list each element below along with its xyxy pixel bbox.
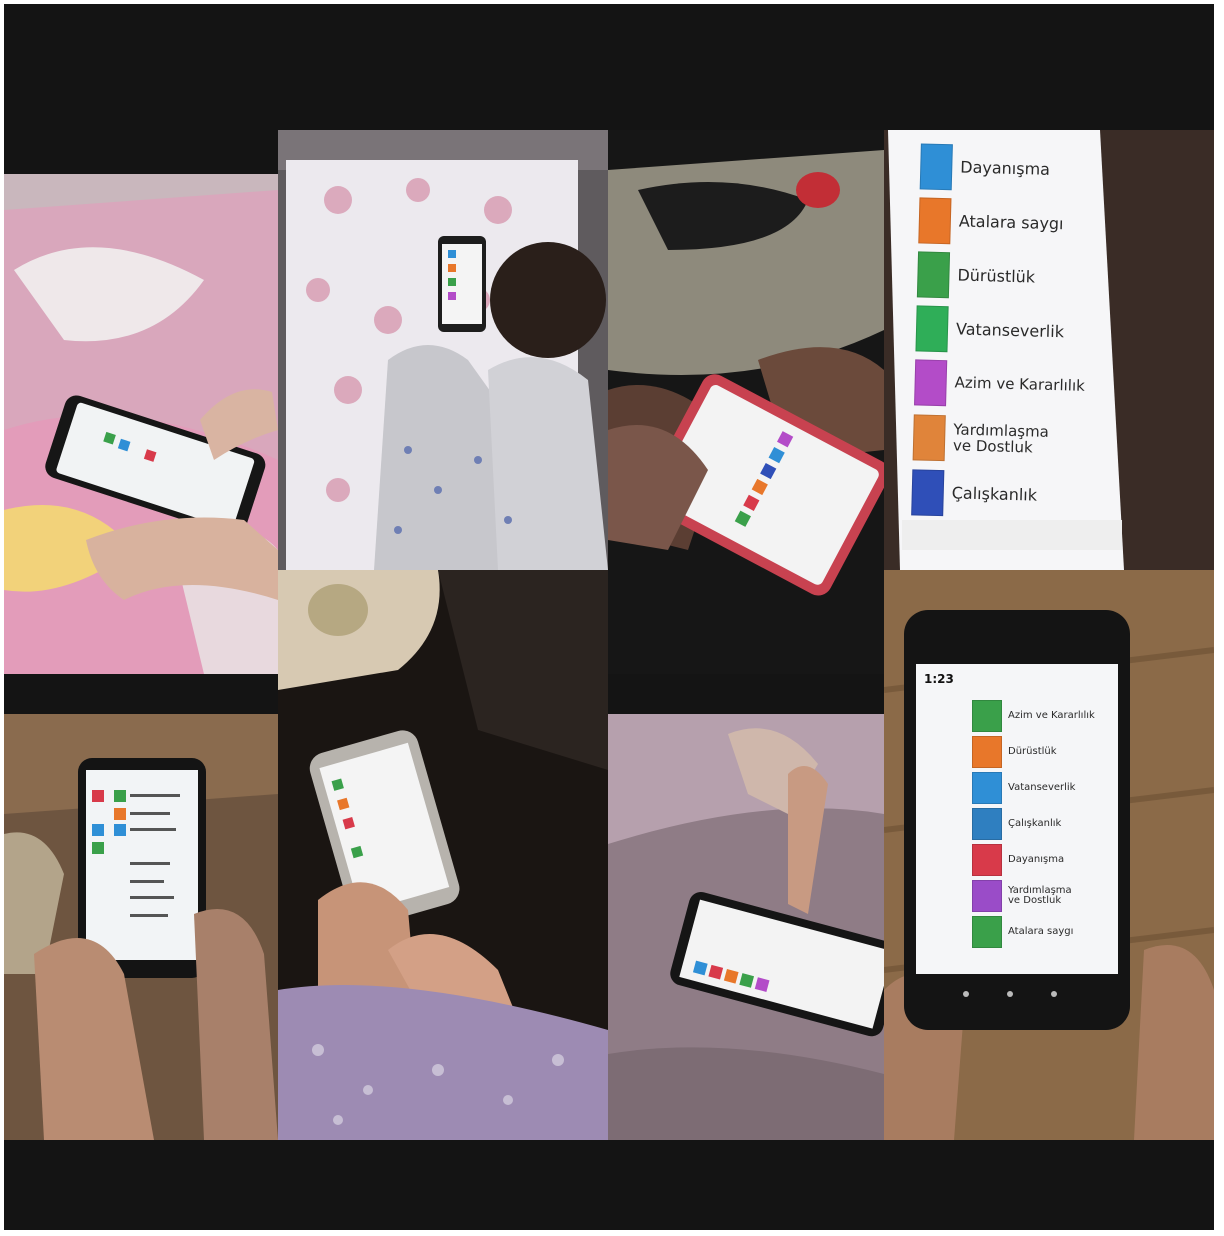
list-item-label: Dürüstlük: [957, 265, 1036, 287]
list-item[interactable]: Dürüstlük: [916, 247, 1118, 306]
list-item-thumbnail: [918, 197, 952, 245]
list-item-thumbnail: [972, 700, 1002, 732]
list-item-label: Yardımlaşma ve Dostluk: [1008, 884, 1072, 906]
list-item-label: Dürüstlük: [1008, 745, 1057, 757]
status-bar-time: 1:23: [924, 672, 954, 686]
list-item[interactable]: Vatanseverlik: [972, 770, 1116, 806]
list-item-thumbnail: [916, 251, 951, 299]
photo-child-on-bed: [278, 130, 608, 570]
list-item-thumbnail: [972, 880, 1002, 912]
list-item-thumbnail: [914, 359, 948, 407]
list-item[interactable]: Çalışkanlık: [972, 806, 1116, 842]
app-list-phone: Azim ve Kararlılık Dürüstlük Vatanseverl…: [972, 698, 1116, 950]
list-item-thumbnail: [972, 808, 1002, 840]
list-item-thumbnail: [972, 916, 1002, 948]
photo-grid: Dayanışma Atalara saygı Dürüstlük Vatans…: [4, 130, 1214, 1140]
photo-phone-in-hand: [4, 674, 278, 1140]
list-item-label: Çalışkanlık: [1008, 817, 1062, 829]
list-item[interactable]: Azim ve Kararlılık: [972, 698, 1116, 734]
list-item[interactable]: Yardımlaşma ve Dostluk: [912, 409, 1113, 470]
list-item-label: Atalara saygı: [958, 211, 1064, 233]
list-item-thumbnail: [972, 736, 1002, 768]
app-list-large: Dayanışma Atalara saygı Dürüstlük Vatans…: [911, 139, 1121, 524]
list-item-thumbnail: [912, 414, 946, 462]
list-item-label: Dayanışma: [1008, 853, 1065, 865]
list-item-label: Azim ve Kararlılık: [954, 373, 1086, 395]
photo-scene-6: [278, 570, 608, 1140]
photo-scene-7: [608, 674, 884, 1140]
photo-scene-5: [4, 674, 278, 1140]
photo-scene-1: [4, 130, 278, 674]
list-item-thumbnail: [911, 469, 945, 517]
list-item[interactable]: Dayanışma: [919, 139, 1121, 198]
photo-phone-app-list: 1:23 Azim ve Kararlılık Dürüstlük Vatans…: [884, 570, 1214, 1140]
list-item[interactable]: Vatanseverlik: [915, 301, 1116, 360]
list-item[interactable]: Atalara saygı: [918, 193, 1119, 252]
list-item-label: Yardımlaşma ve Dostluk: [952, 420, 1050, 457]
list-item-thumbnail: [919, 143, 953, 191]
photo-child-touching-phone: [278, 570, 608, 1140]
list-item-label: Vatanseverlik: [1008, 781, 1076, 793]
photo-finger-on-phone: [608, 674, 884, 1140]
photo-child-pink-blanket: [4, 130, 278, 674]
photo-tablet-red-case: [608, 130, 884, 674]
list-item-label: Çalışkanlık: [951, 482, 1038, 505]
list-item[interactable]: Atalara saygı: [972, 914, 1116, 950]
list-item-thumbnail: [972, 772, 1002, 804]
list-item[interactable]: Dayanışma: [972, 842, 1116, 878]
list-item[interactable]: Dürüstlük: [972, 734, 1116, 770]
photo-scene-2: [278, 130, 608, 570]
list-item-label: Dayanışma: [960, 157, 1051, 179]
list-item[interactable]: Çalışkanlık: [911, 465, 1112, 524]
list-item-thumbnail: [972, 844, 1002, 876]
list-item-label: Vatanseverlik: [955, 319, 1065, 341]
collage-stage: Dayanışma Atalara saygı Dürüstlük Vatans…: [4, 4, 1214, 1230]
photo-app-list-closeup: Dayanışma Atalara saygı Dürüstlük Vatans…: [884, 130, 1214, 570]
photo-scene-3: [608, 130, 884, 674]
list-item-thumbnail: [915, 305, 949, 353]
list-item-label: Azim ve Kararlılık: [1008, 709, 1095, 721]
list-item[interactable]: Yardımlaşma ve Dostluk: [972, 878, 1116, 914]
collage-frame: Dayanışma Atalara saygı Dürüstlük Vatans…: [0, 0, 1224, 1236]
list-item-label: Atalara saygı: [1008, 925, 1074, 937]
list-item[interactable]: Azim ve Kararlılık: [914, 355, 1115, 414]
